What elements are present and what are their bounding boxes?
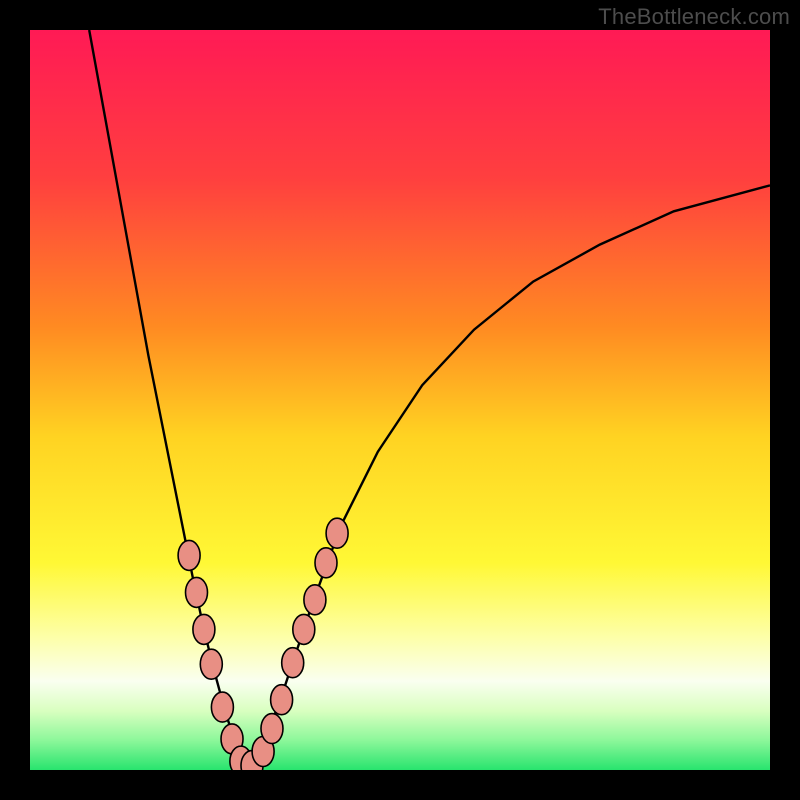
watermark-text: TheBottleneck.com (598, 4, 790, 30)
data-marker (326, 518, 348, 548)
plot-area (30, 30, 770, 770)
chart-svg (30, 30, 770, 770)
data-marker (178, 540, 200, 570)
data-marker (200, 649, 222, 679)
gradient-background (30, 30, 770, 770)
outer-frame: TheBottleneck.com (0, 0, 800, 800)
data-marker (211, 692, 233, 722)
data-marker (293, 614, 315, 644)
data-marker (315, 548, 337, 578)
data-marker (261, 714, 283, 744)
data-marker (271, 685, 293, 715)
data-marker (193, 614, 215, 644)
data-marker (304, 585, 326, 615)
data-marker (282, 648, 304, 678)
data-marker (186, 577, 208, 607)
